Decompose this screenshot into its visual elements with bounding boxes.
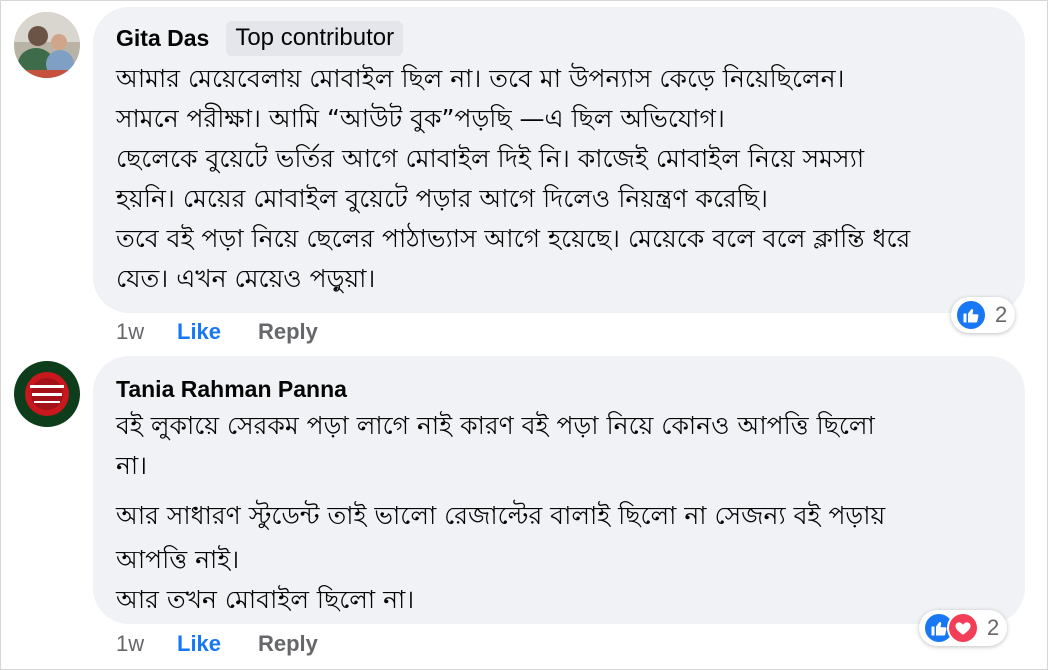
- timestamp[interactable]: 1w: [116, 631, 177, 657]
- like-button[interactable]: Like: [177, 319, 258, 345]
- comment-bubble: Tania Rahman Panna বই লুকায়ে সেরকম পড়া…: [93, 356, 1025, 624]
- avatar[interactable]: [14, 361, 80, 427]
- reply-button[interactable]: Reply: [258, 631, 318, 657]
- comment-line: সামনে পরীক্ষা। আমি “আউট বুক”পড়ছি —এ ছিল…: [116, 104, 725, 133]
- comment-bubble: Gita Das Top contributor আমার মেয়েবেলায…: [93, 7, 1025, 313]
- comment-line: বই লুকায়ে সেরকম পড়া লাগে নাই কারণ বই প…: [116, 411, 875, 440]
- reaction-summary[interactable]: 2: [951, 297, 1016, 333]
- timestamp[interactable]: 1w: [116, 319, 177, 345]
- reaction-summary[interactable]: 2: [919, 610, 1008, 646]
- comment-actions: 1w Like Reply: [116, 631, 318, 657]
- comments-panel: Gita Das Top contributor আমার মেয়েবেলায…: [0, 0, 1048, 670]
- reaction-count: 2: [995, 302, 1008, 327]
- comment-actions: 1w Like Reply: [116, 319, 318, 345]
- top-contributor-badge: Top contributor: [226, 21, 404, 56]
- comment-line: আমার মেয়েবেলায় মোবাইল ছিল না। তবে মা উ…: [116, 64, 845, 93]
- like-icon: [955, 299, 987, 331]
- comment-line: ছেলেকে বুয়েটে ভর্তির আগে মোবাইল দিই নি।…: [116, 144, 865, 173]
- avatar[interactable]: [14, 12, 80, 78]
- comment-line: আপত্তি নাই।: [116, 545, 240, 574]
- comment-line: তবে বই পড়া নিয়ে ছেলের পাঠাভ্যাস আগে হয…: [116, 224, 911, 253]
- comment-line: আর তখন মোবাইল ছিলো না।: [116, 585, 415, 614]
- like-button[interactable]: Like: [177, 631, 258, 657]
- author-name[interactable]: Tania Rahman Panna: [116, 376, 347, 403]
- comment-line: আর সাধারণ স্টুডেন্ট তাই ভালো রেজাল্টের ব…: [116, 501, 886, 530]
- reaction-count: 2: [987, 615, 1000, 640]
- comment-line: যেত। এখন মেয়েও পড়ুয়া।: [116, 264, 376, 293]
- comment-line: না।: [116, 451, 148, 480]
- comment-text: আমার মেয়েবেলায় মোবাইল ছিল না। তবে মা উ…: [116, 59, 985, 299]
- reply-button[interactable]: Reply: [258, 319, 318, 345]
- comment-text: বই লুকায়ে সেরকম পড়া লাগে নাই কারণ বই প…: [116, 406, 985, 620]
- author-name[interactable]: Gita Das: [116, 25, 209, 52]
- love-icon: [947, 612, 979, 644]
- comment-line: হয়নি। মেয়ের মোবাইল বুয়েটে পড়ার আগে দ…: [116, 184, 769, 213]
